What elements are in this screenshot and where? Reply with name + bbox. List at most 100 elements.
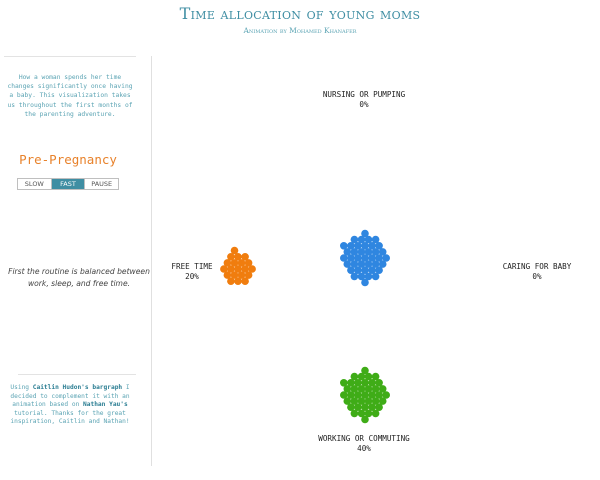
header: Time allocation of young moms Animation …	[0, 0, 600, 48]
dot	[357, 409, 366, 418]
dot	[340, 391, 348, 399]
dot	[220, 265, 228, 273]
center-cluster	[340, 229, 391, 287]
dot	[357, 397, 366, 405]
dot	[347, 379, 355, 387]
dot	[368, 403, 376, 412]
dot	[340, 254, 348, 262]
dot	[371, 409, 380, 418]
dot	[375, 379, 383, 387]
dot	[371, 235, 380, 244]
dot	[230, 259, 239, 267]
speed-pause-button[interactable]: PAUSE	[85, 179, 119, 189]
working-cluster	[340, 366, 391, 424]
dot	[368, 266, 376, 275]
dot	[350, 409, 359, 418]
dot	[364, 272, 373, 281]
dot	[361, 254, 369, 262]
dot	[347, 254, 355, 262]
dot	[361, 415, 369, 424]
dot	[361, 379, 369, 387]
dot	[364, 397, 373, 405]
dot	[361, 242, 369, 250]
credits-divider	[18, 374, 136, 375]
dot	[357, 372, 366, 381]
label-caring-percent: 0%	[532, 272, 542, 281]
bargraph-link[interactable]: Caitlin Hudon's bargraph	[33, 384, 122, 391]
dot	[223, 259, 232, 267]
dot	[241, 277, 249, 286]
sidebar-top-divider	[4, 56, 136, 57]
speed-slow-button[interactable]: SLOW	[18, 179, 52, 189]
label-nursing-name: NURSING OR PUMPING	[322, 90, 406, 99]
phase-title: Pre-Pregnancy	[19, 152, 117, 167]
dot	[357, 385, 366, 393]
label-working-name: WORKING OR COMMUTING	[318, 434, 410, 443]
dot	[350, 260, 359, 268]
dot	[234, 252, 242, 261]
dot	[237, 259, 246, 267]
dot	[241, 252, 249, 261]
dot	[378, 385, 387, 393]
dot	[347, 242, 355, 250]
dot	[230, 246, 239, 255]
dot	[354, 403, 362, 412]
dot	[357, 235, 366, 244]
dot	[230, 271, 239, 279]
dot	[350, 235, 359, 244]
credits-text-part: tutorial. Thanks for the great inspirati…	[10, 409, 130, 426]
dot	[227, 277, 235, 286]
tutorial-link[interactable]: Nathan Yau's	[83, 401, 128, 408]
dot	[378, 260, 387, 268]
label-free-time-name: FREE TIME	[171, 262, 213, 271]
dot	[223, 271, 232, 279]
dot	[364, 235, 373, 244]
label-caring: CARING FOR BABY 0%	[503, 262, 572, 282]
dot	[340, 379, 348, 387]
dot	[364, 385, 373, 393]
label-nursing: NURSING OR PUMPING 0%	[323, 90, 405, 110]
dot	[343, 248, 352, 256]
speed-fast-button[interactable]: FAST	[51, 179, 86, 189]
dot	[378, 397, 387, 405]
dot	[234, 277, 242, 286]
dot	[375, 242, 383, 250]
dot	[354, 254, 362, 262]
credits-text-part: Using	[10, 384, 33, 391]
dot	[371, 260, 380, 268]
dot	[354, 242, 362, 250]
dot	[244, 271, 253, 279]
dot	[361, 266, 369, 275]
dot	[375, 254, 383, 262]
dot	[357, 260, 366, 268]
dot	[354, 391, 362, 399]
narration-text: First the routine is balanced between wo…	[8, 267, 150, 288]
dot	[361, 366, 369, 375]
dot	[227, 252, 235, 261]
dot	[340, 242, 348, 250]
dot	[361, 403, 369, 412]
intro-text: How a woman spends her time changes sign…	[7, 74, 133, 118]
dot	[350, 397, 359, 405]
label-working: WORKING OR COMMUTING 40%	[318, 434, 409, 454]
dot	[361, 391, 369, 399]
dot	[347, 391, 355, 399]
dot	[371, 248, 380, 256]
label-nursing-percent: 0%	[359, 100, 369, 109]
dot	[368, 254, 376, 262]
dot	[237, 271, 246, 279]
credits-text: Using Caitlin Hudon's bargraph I decided…	[6, 384, 134, 427]
label-free-time: FREE TIME 20%	[171, 262, 212, 282]
dot	[371, 385, 380, 393]
dot	[378, 248, 387, 256]
dot	[368, 379, 376, 387]
dot	[361, 278, 369, 287]
dot	[234, 265, 242, 273]
dot	[343, 385, 352, 393]
dot	[371, 272, 380, 281]
dot	[364, 372, 373, 381]
dot	[364, 260, 373, 268]
dot	[350, 372, 359, 381]
dot	[343, 260, 352, 268]
dot	[375, 391, 383, 399]
